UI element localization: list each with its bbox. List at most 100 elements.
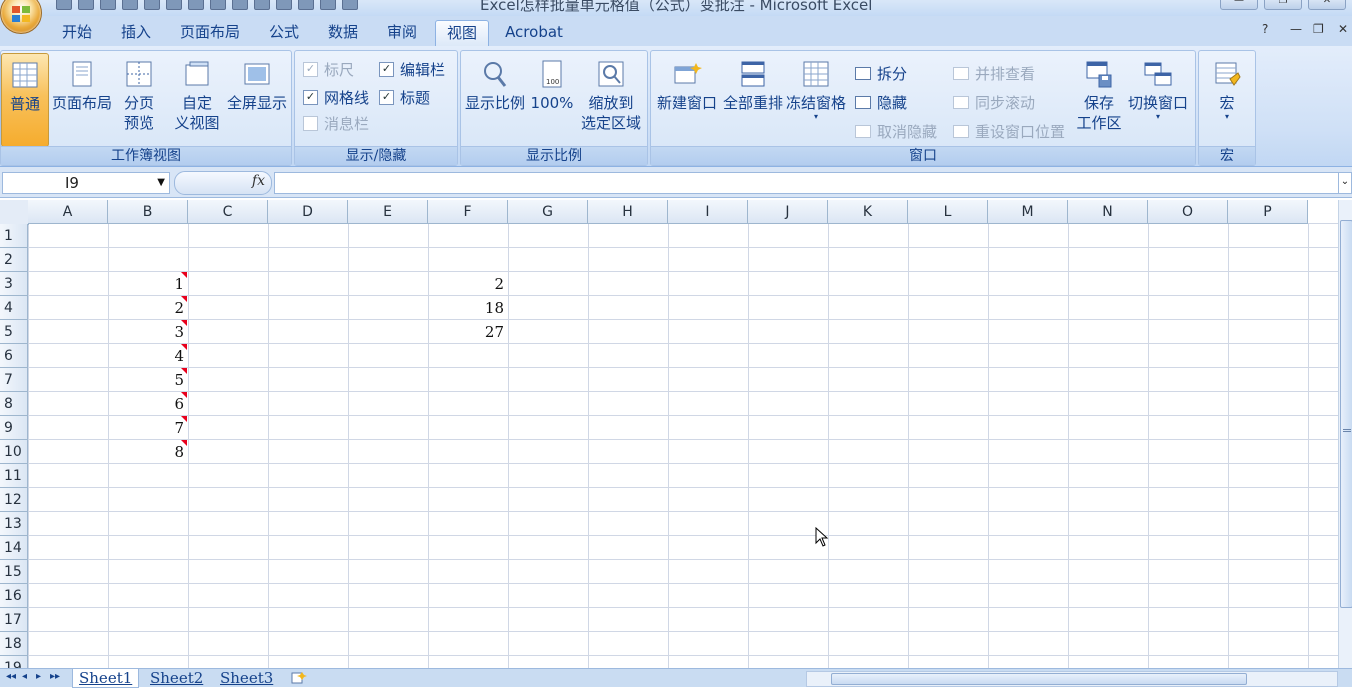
page-layout-view-button[interactable]: 页面布局 (51, 53, 113, 145)
column-header-f[interactable]: F (428, 200, 508, 224)
column-header-k[interactable]: K (828, 200, 908, 224)
paste-icon[interactable] (276, 0, 292, 10)
cell-b7[interactable]: 5 (108, 368, 188, 392)
gridlines-checkbox[interactable]: ✓ 网格线 (303, 87, 369, 108)
hide-button[interactable]: 隐藏 (855, 92, 907, 113)
row-header-9[interactable]: 9 (0, 416, 28, 440)
open-icon[interactable] (144, 0, 160, 10)
ribbon-minimize-button[interactable]: — (1290, 22, 1302, 36)
row-header-11[interactable]: 11 (0, 464, 28, 488)
cell-b5[interactable]: 3 (108, 320, 188, 344)
vertical-scrollbar[interactable] (1338, 200, 1352, 668)
row-header-13[interactable]: 13 (0, 512, 28, 536)
folder-icon[interactable] (320, 0, 336, 10)
next-sheet-button[interactable]: ▸ (36, 671, 41, 682)
tab-insert[interactable]: 插入 (110, 20, 162, 46)
column-header-p[interactable]: P (1228, 200, 1308, 224)
sheet-tab-sheet1[interactable]: Sheet1 (72, 669, 140, 688)
row-header-2[interactable]: 2 (0, 248, 28, 272)
cut-icon[interactable] (232, 0, 248, 10)
save-icon[interactable] (56, 0, 72, 10)
tab-acrobat[interactable]: Acrobat (494, 20, 574, 46)
select-all-corner[interactable] (0, 200, 29, 225)
help-icon[interactable]: ? (1262, 22, 1268, 36)
freeze-panes-button[interactable]: 冻结窗格 ▾ (785, 53, 847, 145)
row-header-18[interactable]: 18 (0, 632, 28, 656)
view-side-by-side-button[interactable]: 并排查看 (953, 63, 1035, 84)
normal-view-button[interactable]: 普通 (1, 53, 49, 147)
row-header-4[interactable]: 4 (0, 296, 28, 320)
column-header-i[interactable]: I (668, 200, 748, 224)
tab-view[interactable]: 视图 (435, 20, 489, 47)
last-sheet-button[interactable]: ▸▸ (50, 671, 60, 682)
column-header-b[interactable]: B (108, 200, 188, 224)
preview-icon[interactable] (188, 0, 204, 10)
row-header-10[interactable]: 10 (0, 440, 28, 464)
worksheet-grid[interactable]: ABCDEFGHIJKLMNOP 1 2 3 4 5 6 7 8 9 10 11 12 13 14 15 16… (0, 200, 1338, 668)
spell-icon[interactable] (210, 0, 226, 10)
row-header-3[interactable]: 3 (0, 272, 28, 296)
undo-icon[interactable] (78, 0, 94, 10)
sync-scroll-button[interactable]: 同步滚动 (953, 92, 1035, 113)
quick-access-toolbar[interactable] (56, 0, 358, 10)
row-header-1[interactable]: 1 (0, 224, 28, 248)
row-header-16[interactable]: 16 (0, 584, 28, 608)
row-header-7[interactable]: 7 (0, 368, 28, 392)
ribbon-restore-button[interactable]: ❐ (1313, 22, 1324, 36)
prev-sheet-button[interactable]: ◂ (22, 671, 27, 682)
sheet-tab-sheet3[interactable]: Sheet3 (220, 669, 273, 687)
minimize-button[interactable]: — (1220, 0, 1258, 10)
custom-views-button[interactable]: 自定 义视图 (171, 53, 223, 145)
column-header-e[interactable]: E (348, 200, 428, 224)
column-header-d[interactable]: D (268, 200, 348, 224)
horizontal-scrollbar[interactable] (806, 671, 1338, 687)
cell-f4[interactable]: 18 (428, 296, 508, 320)
cell-b9[interactable]: 7 (108, 416, 188, 440)
column-header-m[interactable]: M (988, 200, 1068, 224)
name-box-dropdown-icon[interactable]: ▼ (157, 173, 165, 193)
new-icon[interactable] (122, 0, 138, 10)
cell-b3[interactable]: 1 (108, 272, 188, 296)
macros-button[interactable]: 宏 ▾ (1201, 53, 1253, 145)
row-header-15[interactable]: 15 (0, 560, 28, 584)
cell-b4[interactable]: 2 (108, 296, 188, 320)
horizontal-scroll-thumb[interactable] (831, 673, 1247, 685)
arrange-all-button[interactable]: 全部重排 (721, 53, 785, 145)
row-header-17[interactable]: 17 (0, 608, 28, 632)
column-header-o[interactable]: O (1148, 200, 1228, 224)
tab-review[interactable]: 审阅 (376, 20, 428, 46)
tab-formulas[interactable]: 公式 (258, 20, 310, 46)
customize-qat-icon[interactable] (342, 0, 358, 10)
cell-f3[interactable]: 2 (428, 272, 508, 296)
tab-page-layout[interactable]: 页面布局 (170, 20, 250, 46)
row-header-8[interactable]: 8 (0, 392, 28, 416)
formula-bar-checkbox[interactable]: ✓ 编辑栏 (379, 59, 445, 80)
name-box[interactable]: I9 ▼ (2, 172, 170, 194)
close-button[interactable]: ✕ (1308, 0, 1346, 10)
column-header-h[interactable]: H (588, 200, 668, 224)
first-sheet-button[interactable]: ◂◂ (6, 671, 16, 682)
column-header-a[interactable]: A (28, 200, 108, 224)
row-header-5[interactable]: 5 (0, 320, 28, 344)
headings-checkbox[interactable]: ✓ 标题 (379, 87, 430, 108)
cell-b6[interactable]: 4 (108, 344, 188, 368)
sheet-tab-sheet2[interactable]: Sheet2 (150, 669, 203, 687)
reset-window-position-button[interactable]: 重设窗口位置 (953, 121, 1065, 142)
format-painter-icon[interactable] (298, 0, 314, 10)
redo-icon[interactable] (100, 0, 116, 10)
copy-icon[interactable] (254, 0, 270, 10)
cell-b10[interactable]: 8 (108, 440, 188, 464)
row-header-12[interactable]: 12 (0, 488, 28, 512)
new-window-button[interactable]: 新建窗口 (653, 53, 721, 145)
column-header-j[interactable]: J (748, 200, 828, 224)
message-bar-checkbox[interactable]: 消息栏 (303, 113, 369, 134)
print-icon[interactable] (166, 0, 182, 10)
column-header-l[interactable]: L (908, 200, 988, 224)
ruler-checkbox[interactable]: ✓ 标尺 (303, 59, 354, 80)
column-header-c[interactable]: C (188, 200, 268, 224)
tab-home[interactable]: 开始 (50, 20, 104, 46)
ribbon-close-button[interactable]: ✕ (1338, 22, 1348, 36)
function-button[interactable]: fx (174, 171, 272, 195)
vertical-scroll-thumb[interactable] (1340, 220, 1352, 608)
cell-b8[interactable]: 6 (108, 392, 188, 416)
